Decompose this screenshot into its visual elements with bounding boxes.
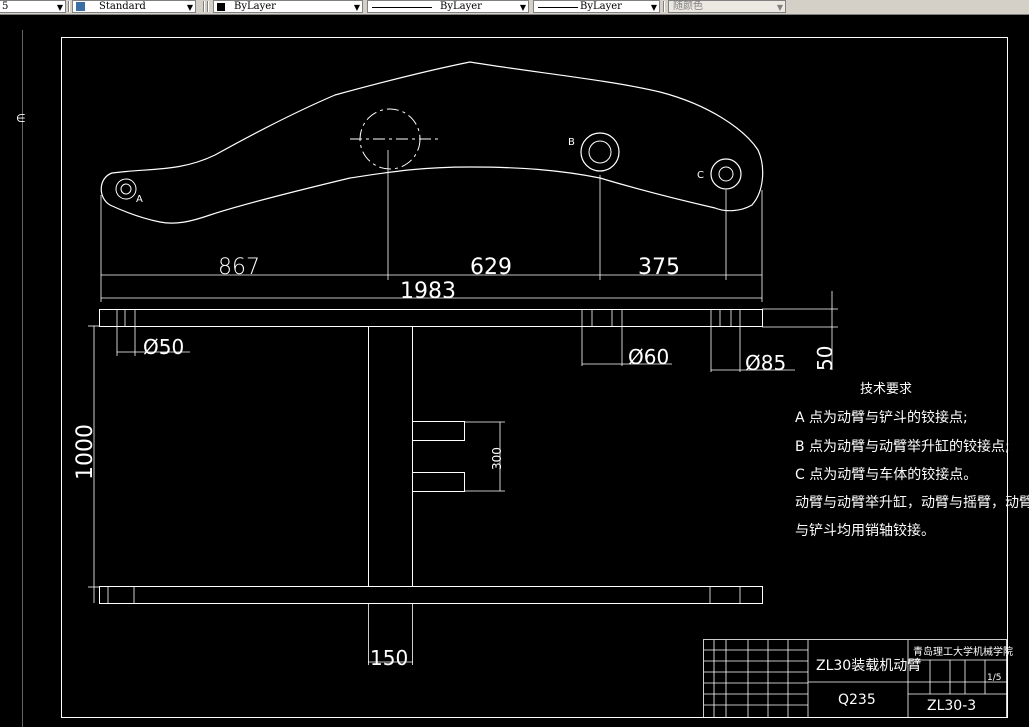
pin-b-inner bbox=[588, 140, 612, 164]
ear-lower bbox=[412, 472, 465, 492]
chevron-down-icon: ▼ bbox=[519, 3, 526, 12]
toolbar-separator bbox=[663, 1, 665, 12]
label-a: A bbox=[136, 194, 143, 205]
chevron-down-icon: ▼ bbox=[650, 3, 657, 12]
drawing-canvas[interactable]: A B C 867 629 375 1983 Ø50 Ø60 Ø85 50 15… bbox=[0, 15, 1029, 727]
notes-line-1: A 点为动臂与铲斗的铰接点; bbox=[795, 409, 968, 426]
dim-629: 629 bbox=[470, 255, 512, 280]
title-material: Q235 bbox=[838, 692, 876, 708]
label-c: C bbox=[697, 170, 704, 181]
dim-phi60: Ø60 bbox=[628, 345, 669, 369]
pin-c-outer bbox=[710, 158, 742, 190]
dim-phi85: Ø85 bbox=[745, 351, 786, 375]
ucs-marker-icon: ∈ bbox=[16, 112, 26, 125]
notes-title: 技术要求 bbox=[860, 382, 912, 397]
sheet-border bbox=[61, 37, 1008, 718]
dim-150: 150 bbox=[370, 646, 408, 670]
textstyle-value: Standard bbox=[99, 1, 146, 12]
pin-a-outer bbox=[115, 178, 137, 200]
toolbar-separator bbox=[68, 1, 70, 12]
dim-1983: 1983 bbox=[400, 279, 456, 304]
dim-phi50: Ø50 bbox=[143, 335, 184, 359]
plotstyle-combo[interactable]: 随颜色 ▼ bbox=[668, 0, 786, 13]
textstyle-prefix-value: 5 bbox=[2, 1, 9, 12]
notes-line-4: 动臂与动臂举升缸，动臂与摇臂，动臂 bbox=[795, 494, 1029, 511]
chevron-down-icon: ▼ bbox=[56, 3, 63, 12]
arm-outline bbox=[100, 61, 764, 224]
linetype-value: ByLayer bbox=[440, 1, 482, 12]
vertical-post bbox=[368, 326, 413, 587]
dim-300: 300 bbox=[490, 447, 504, 470]
color-combo[interactable]: ByLayer ▼ bbox=[213, 0, 363, 13]
notes-line-3: C 点为动臂与车体的铰接点。 bbox=[795, 466, 977, 483]
title-scale: 1/5 bbox=[987, 673, 1001, 683]
color-swatch bbox=[217, 3, 225, 11]
lineweight-value: ByLayer bbox=[580, 1, 622, 12]
title-school: 青岛理工大学机械学院 bbox=[913, 645, 1013, 658]
chevron-down-icon: ▼ bbox=[776, 3, 783, 12]
textstyle-combo[interactable]: Standard ▼ bbox=[72, 0, 196, 13]
toolbar-separator bbox=[207, 1, 209, 12]
pin-a-inner bbox=[120, 183, 132, 195]
lineweight-combo[interactable]: ByLayer ▼ bbox=[533, 0, 660, 13]
chevron-down-icon: ▼ bbox=[186, 3, 193, 12]
ear-upper bbox=[412, 421, 465, 441]
pin-c-inner bbox=[718, 166, 734, 182]
bottom-beam bbox=[99, 586, 763, 604]
top-beam bbox=[99, 309, 763, 327]
textstyle-icon bbox=[76, 2, 85, 11]
label-b: B bbox=[568, 137, 575, 148]
color-value: ByLayer bbox=[234, 1, 276, 12]
textstyle-prefix-combo[interactable]: 5 ▼ bbox=[0, 0, 66, 13]
dim-50: 50 bbox=[813, 346, 837, 371]
plotstyle-value: 随颜色 bbox=[673, 1, 703, 12]
dim-375: 375 bbox=[638, 255, 680, 280]
dim-867: 867 bbox=[218, 255, 260, 280]
pin-b-outer bbox=[580, 132, 620, 172]
notes-line-2: B 点为动臂与动臂举升缸的铰接点; bbox=[795, 438, 1010, 455]
title-drawing-name: ZL30装载机动臂 bbox=[816, 658, 921, 674]
notes-line-5: 与铲斗均用销轴铰接。 bbox=[795, 522, 935, 539]
linetype-preview bbox=[372, 7, 432, 8]
chevron-down-icon: ▼ bbox=[353, 3, 360, 12]
toolbar-separator bbox=[203, 1, 205, 12]
dim-1000: 1000 bbox=[73, 424, 98, 480]
properties-toolbar: 5 ▼ Standard ▼ ByLayer ▼ ByLayer ▼ ByLay… bbox=[0, 0, 1029, 15]
title-code: ZL30-3 bbox=[927, 698, 976, 714]
lineweight-preview bbox=[538, 7, 578, 8]
beam-hole-lines bbox=[116, 291, 838, 372]
linetype-combo[interactable]: ByLayer ▼ bbox=[367, 0, 529, 13]
